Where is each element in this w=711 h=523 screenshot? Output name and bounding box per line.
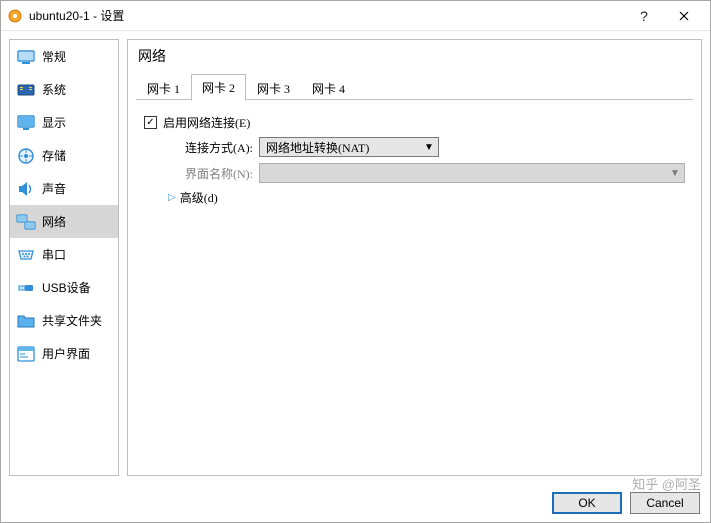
audio-icon (16, 179, 36, 199)
chevron-down-icon: ▼ (420, 138, 438, 156)
interface-name-dropdown: ▼ (259, 163, 685, 183)
cancel-button[interactable]: Cancel (630, 492, 700, 514)
window-title: ubuntu20-1 - 设置 (29, 7, 124, 24)
general-icon (16, 47, 36, 67)
section-title: 网络 (128, 40, 701, 74)
main-panel: 网络 网卡 1 网卡 2 网卡 3 网卡 4 ✓ 启用网络连接(E) 连接方式(… (127, 39, 702, 476)
interface-name-label: 界面名称(N): (168, 165, 253, 182)
close-button[interactable] (664, 2, 704, 30)
sidebar-item-label: 存储 (42, 147, 66, 164)
enable-adapter-label: 启用网络连接(E) (163, 114, 250, 131)
storage-icon (16, 146, 36, 166)
sidebar-item-storage[interactable]: 存储 (10, 139, 118, 172)
tab-adapter-2[interactable]: 网卡 2 (191, 74, 246, 101)
help-button[interactable]: ? (624, 2, 664, 30)
sidebar-item-label: 共享文件夹 (42, 312, 102, 329)
dialog-footer: OK Cancel (1, 484, 710, 522)
expand-icon: ▷ (168, 192, 176, 203)
sidebar-item-display[interactable]: 显示 (10, 106, 118, 139)
sidebar-item-system[interactable]: 系统 (10, 73, 118, 106)
sidebar-item-label: 用户界面 (42, 345, 90, 362)
sidebar-item-usb[interactable]: USB设备 (10, 271, 118, 304)
system-icon (16, 80, 36, 100)
sidebar-item-ui[interactable]: 用户界面 (10, 337, 118, 370)
sidebar-item-shared[interactable]: 共享文件夹 (10, 304, 118, 337)
interface-name-row: 界面名称(N): ▼ (144, 163, 685, 183)
sidebar-item-label: 系统 (42, 81, 66, 98)
attached-to-value: 网络地址转换(NAT) (260, 139, 420, 156)
attached-to-dropdown[interactable]: 网络地址转换(NAT) ▼ (259, 137, 439, 157)
settings-window: ubuntu20-1 - 设置 ? 常规 系统 显示 (0, 0, 711, 523)
sidebar-item-label: 常规 (42, 48, 66, 65)
adapter-tabs: 网卡 1 网卡 2 网卡 3 网卡 4 (136, 74, 693, 100)
ok-button[interactable]: OK (552, 492, 622, 514)
adapter-panel: ✓ 启用网络连接(E) 连接方式(A): 网络地址转换(NAT) ▼ 界面名称(… (128, 100, 701, 214)
display-icon (16, 113, 36, 133)
sidebar-item-serial[interactable]: 串口 (10, 238, 118, 271)
sidebar-item-label: 串口 (42, 246, 66, 263)
sidebar-item-label: 声音 (42, 180, 66, 197)
attached-to-label: 连接方式(A): (168, 139, 253, 156)
close-icon (679, 11, 689, 21)
sidebar: 常规 系统 显示 存储 声音 (9, 39, 119, 476)
sidebar-item-general[interactable]: 常规 (10, 40, 118, 73)
chevron-down-icon: ▼ (666, 164, 684, 182)
sidebar-item-label: 网络 (42, 213, 66, 230)
sidebar-item-label: 显示 (42, 114, 66, 131)
advanced-toggle[interactable]: ▷ 高级(d) (144, 189, 685, 206)
sidebar-item-network[interactable]: 网络 (10, 205, 118, 238)
usb-icon (16, 278, 36, 298)
body: 常规 系统 显示 存储 声音 (1, 31, 710, 522)
tab-adapter-4[interactable]: 网卡 4 (301, 75, 356, 101)
titlebar: ubuntu20-1 - 设置 ? (1, 1, 710, 31)
ui-icon (16, 344, 36, 364)
app-icon (7, 8, 23, 24)
folder-icon (16, 311, 36, 331)
attached-to-row: 连接方式(A): 网络地址转换(NAT) ▼ (144, 137, 685, 157)
enable-adapter-checkbox[interactable]: ✓ (144, 116, 157, 129)
network-icon (16, 212, 36, 232)
sidebar-item-audio[interactable]: 声音 (10, 172, 118, 205)
serial-icon (16, 245, 36, 265)
enable-adapter-row: ✓ 启用网络连接(E) (144, 114, 685, 131)
tab-adapter-3[interactable]: 网卡 3 (246, 75, 301, 101)
advanced-label: 高级(d) (180, 189, 218, 206)
tab-adapter-1[interactable]: 网卡 1 (136, 75, 191, 101)
sidebar-item-label: USB设备 (42, 279, 91, 296)
